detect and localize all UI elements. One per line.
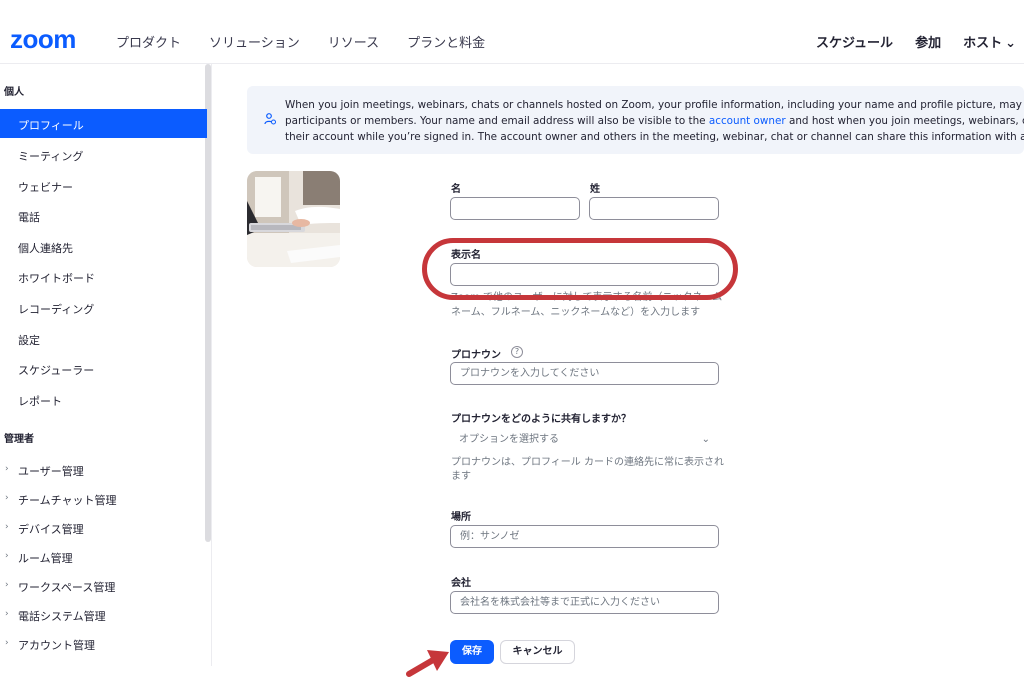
pronoun-label: プロナウン xyxy=(451,350,501,361)
nav-host[interactable]: ホスト ⌄ xyxy=(963,32,1016,51)
sidebar-item-settings[interactable]: 設定 xyxy=(18,332,40,348)
sidebar-item-webinars[interactable]: ウェビナー xyxy=(18,179,73,195)
pronoun-share-selected: オプションを選択する xyxy=(459,434,559,445)
sidebar-item-room-management[interactable]: ルーム管理 xyxy=(18,550,73,566)
sidebar-item-workspace-management[interactable]: ワークスペース管理 xyxy=(18,579,115,595)
nav-resources[interactable]: リソース xyxy=(328,32,379,51)
annotation-arrow-icon xyxy=(406,650,449,677)
profile-photo-image xyxy=(247,171,340,267)
nav-join[interactable]: 参加 xyxy=(915,32,941,51)
first-name-input[interactable] xyxy=(450,197,580,220)
chevron-right-icon: › xyxy=(5,580,9,590)
sidebar-item-account-management[interactable]: アカウント管理 xyxy=(18,637,95,653)
pronoun-share-hint-1: プロナウンは、プロフィール カードの連絡先に常に表示され xyxy=(451,457,724,468)
sidebar: 個人 プロフィール ミーティング ウェビナー 電話 個人連絡先 ホワイトボード … xyxy=(0,64,212,666)
last-name-label: 姓 xyxy=(590,184,600,195)
user-info-icon xyxy=(264,113,276,125)
chevron-right-icon: › xyxy=(5,609,9,619)
zoom-logo[interactable]: zoom xyxy=(10,24,76,54)
sidebar-item-profile[interactable]: プロフィール xyxy=(0,109,207,138)
banner-line-2-a: participants or members. Your name and e… xyxy=(285,115,709,127)
cancel-button[interactable]: キャンセル xyxy=(500,640,575,664)
sidebar-item-label: プロフィール xyxy=(18,119,84,132)
sidebar-section-admin: 管理者 xyxy=(4,434,34,445)
location-label: 場所 xyxy=(451,512,471,523)
sidebar-item-phone[interactable]: 電話 xyxy=(18,209,40,225)
banner-line-3: their account while you’re signed in. Th… xyxy=(285,131,1024,143)
nav-host-label: ホスト xyxy=(963,36,1003,51)
sidebar-section-personal: 個人 xyxy=(4,87,24,98)
main-nav: プロダクト ソリューション リソース プランと料金 xyxy=(116,32,485,51)
chevron-right-icon: › xyxy=(5,464,9,474)
pronoun-share-hint-2: ます xyxy=(451,471,471,482)
chevron-right-icon: › xyxy=(5,493,9,503)
nav-plans-pricing[interactable]: プランと料金 xyxy=(407,32,485,51)
nav-actions: スケジュール 参加 ホスト ⌄ xyxy=(816,32,1016,51)
sidebar-item-contacts[interactable]: 個人連絡先 xyxy=(18,240,73,256)
sidebar-item-scheduler[interactable]: スケジューラー xyxy=(18,362,94,378)
sidebar-item-recordings[interactable]: レコーディング xyxy=(18,301,94,317)
pronoun-share-select[interactable]: オプションを選択する ⌄ xyxy=(450,428,716,451)
banner-line-2-b: and host when you join meetings, webinar… xyxy=(788,115,1024,127)
chevron-right-icon: › xyxy=(5,522,9,532)
sidebar-item-device-management[interactable]: デバイス管理 xyxy=(18,521,84,537)
banner-line-1: When you join meetings, webinars, chats … xyxy=(285,99,1024,111)
account-owner-link[interactable]: account owner xyxy=(709,115,786,127)
chevron-right-icon: › xyxy=(5,551,9,561)
sidebar-item-meetings[interactable]: ミーティング xyxy=(18,148,83,164)
top-navigation: zoom プロダクト ソリューション リソース プランと料金 スケジュール 参加… xyxy=(0,0,1024,64)
first-name-label: 名 xyxy=(451,184,461,195)
pronoun-input[interactable]: プロナウンを入力してください xyxy=(450,362,719,385)
chevron-down-icon: ⌄ xyxy=(701,434,710,445)
nav-schedule[interactable]: スケジュール xyxy=(816,32,893,51)
chevron-down-icon: ⌄ xyxy=(1005,36,1016,51)
sidebar-item-team-chat-management[interactable]: チームチャット管理 xyxy=(18,492,117,508)
annotation-highlight-ellipse xyxy=(422,238,738,300)
banner-text: When you join meetings, webinars, chats … xyxy=(285,97,1024,145)
company-input[interactable]: 会社名を株式会社等まで正式に入力ください xyxy=(450,591,719,614)
sidebar-item-phone-system-management[interactable]: 電話システム管理 xyxy=(18,608,106,624)
nav-product[interactable]: プロダクト xyxy=(116,32,181,51)
question-circle-icon[interactable]: ? xyxy=(511,346,523,358)
nav-solutions[interactable]: ソリューション xyxy=(209,32,300,51)
privacy-info-banner: When you join meetings, webinars, chats … xyxy=(247,86,1024,154)
last-name-input[interactable] xyxy=(589,197,719,220)
chevron-right-icon: › xyxy=(5,638,9,648)
save-button[interactable]: 保存 xyxy=(450,640,494,664)
pronoun-share-label: プロナウンをどのように共有しますか？ xyxy=(451,414,631,425)
display-name-hint-2: ネーム、フルネーム、ニックネームなど）を入力します xyxy=(451,307,701,318)
location-input[interactable]: 例：サンノゼ xyxy=(450,525,719,548)
banner-line-2: participants or members. Your name and e… xyxy=(285,113,1024,129)
sidebar-item-user-management[interactable]: ユーザー管理 xyxy=(18,463,84,479)
company-label: 会社 xyxy=(451,578,471,589)
sidebar-item-whiteboard[interactable]: ホワイトボード xyxy=(18,270,95,286)
sidebar-item-reports[interactable]: レポート xyxy=(18,393,62,409)
profile-avatar[interactable] xyxy=(247,171,340,267)
